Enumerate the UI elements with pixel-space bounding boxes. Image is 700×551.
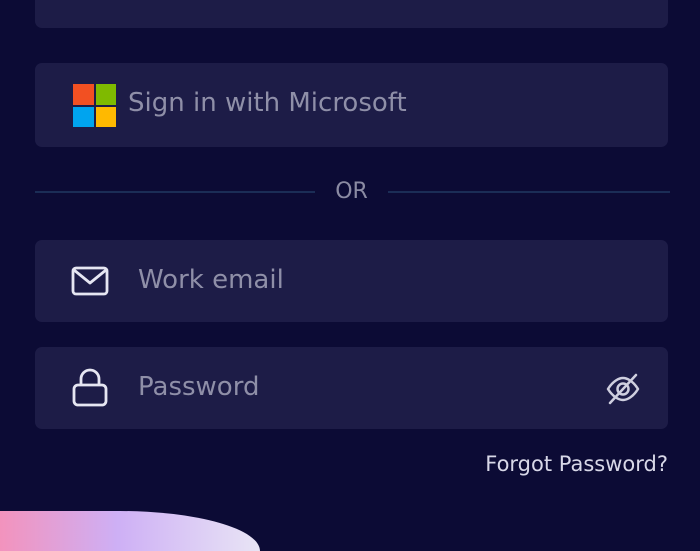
eye-off-icon[interactable]	[605, 371, 641, 407]
divider-or-label: OR	[335, 179, 368, 204]
google-sign-in-button[interactable]	[35, 0, 668, 28]
email-input[interactable]	[138, 260, 578, 300]
divider-right-line	[388, 191, 670, 193]
password-input[interactable]	[138, 367, 578, 407]
forgot-password-link[interactable]: Forgot Password?	[485, 450, 668, 478]
decorative-gradient	[0, 511, 260, 551]
divider-left-line	[35, 191, 315, 193]
microsoft-sign-in-label: Sign in with Microsoft	[128, 88, 407, 118]
password-field-container	[35, 347, 668, 429]
mail-icon	[71, 266, 109, 296]
lock-icon	[72, 368, 108, 407]
microsoft-logo-icon	[73, 84, 116, 127]
email-field-container	[35, 240, 668, 322]
microsoft-sign-in-button[interactable]: Sign in with Microsoft	[35, 63, 668, 147]
